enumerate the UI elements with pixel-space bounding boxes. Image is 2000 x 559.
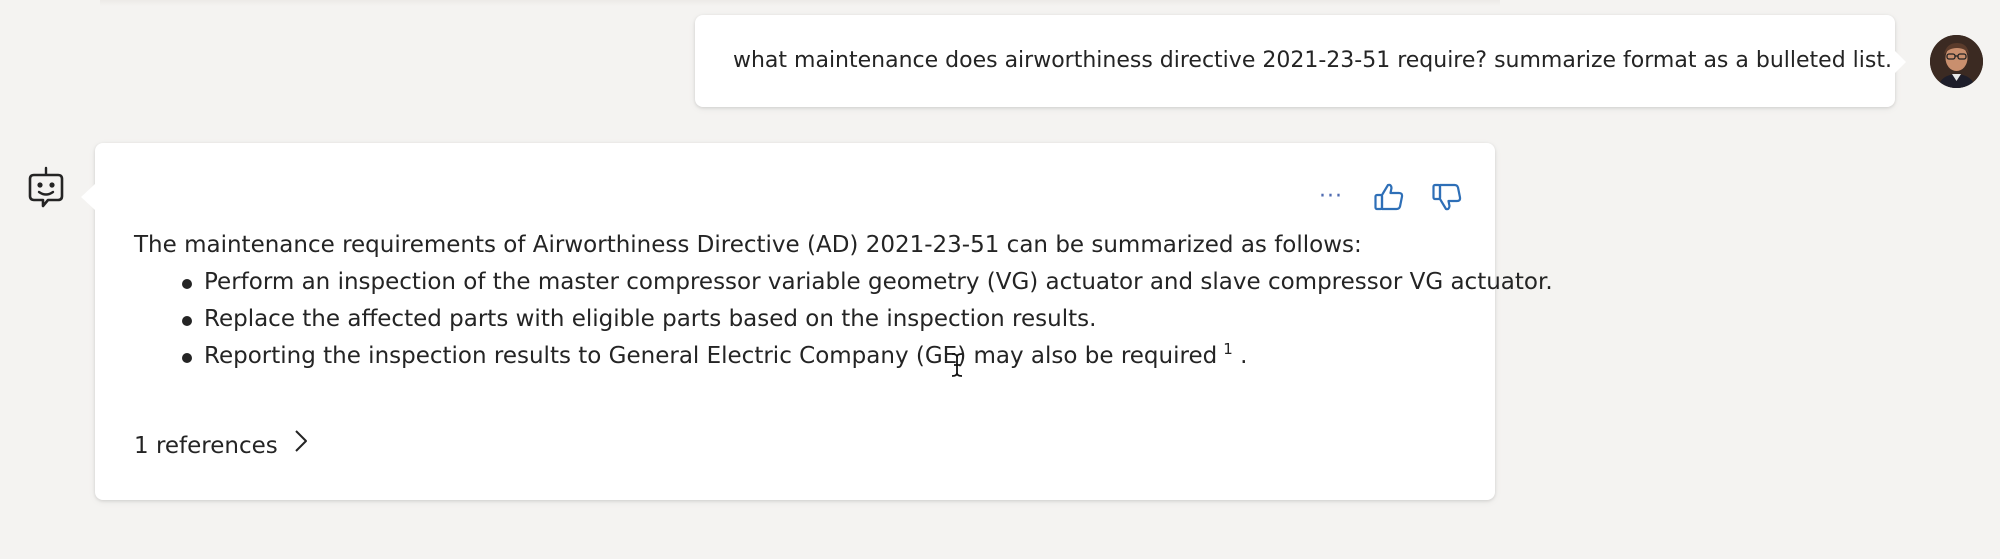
citation-marker[interactable]: 1 [1223,340,1233,358]
bullet-trailing-punctuation: . [1240,343,1248,369]
bullet-text: Perform an inspection of the master comp… [204,269,1553,295]
bot-avatar-icon [27,166,65,210]
user-message-text: what maintenance does airworthiness dire… [733,48,1892,73]
more-options-icon[interactable]: ··· [1313,179,1349,215]
chevron-right-icon [294,429,308,462]
bot-message-bubble: ··· The maintenance requirements of Airw… [81,143,1553,500]
thumbs-down-icon[interactable] [1429,179,1465,215]
thumbs-up-icon[interactable] [1371,179,1407,215]
list-item: Replace the affected parts with eligible… [182,301,1475,338]
list-item: Reporting the inspection results to Gene… [182,338,1475,375]
bot-answer: The maintenance requirements of Airworth… [134,227,1553,375]
scroll-fade [100,0,1500,6]
references-toggle[interactable]: 1 references [134,429,308,462]
text-cursor-icon [950,352,964,378]
bullet-text: Reporting the inspection results to Gene… [204,343,1218,369]
message-actions: ··· [1313,177,1465,217]
answer-bullet-list: Perform an inspection of the master comp… [134,264,1553,375]
bullet-text: Replace the affected parts with eligible… [204,306,1097,332]
user-message-bubble: what maintenance does airworthiness dire… [695,15,1906,107]
answer-intro: The maintenance requirements of Airworth… [134,232,1362,258]
references-label: 1 references [134,432,278,459]
list-item: Perform an inspection of the master comp… [182,264,1553,301]
user-avatar[interactable] [1930,35,1983,88]
